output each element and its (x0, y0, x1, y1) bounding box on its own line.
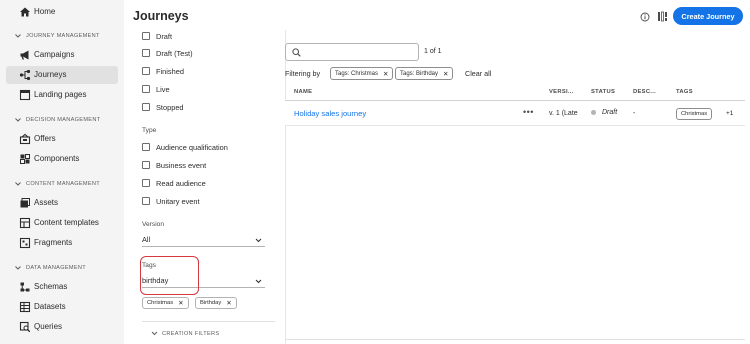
dataset-icon (19, 301, 31, 313)
schema-icon (20, 282, 30, 292)
template-icon (19, 217, 31, 229)
active-filter-chip-christmas[interactable]: Tags: Christmas ✕ (330, 67, 394, 80)
checkbox[interactable] (142, 85, 150, 93)
chevron-down-icon (255, 238, 262, 243)
nav-item-datasets[interactable]: Datasets (6, 298, 118, 316)
clear-all-button[interactable]: Clear all (465, 69, 491, 78)
chevron-down-icon (15, 34, 21, 38)
filter-type-unitary-event[interactable]: Unitary event (142, 195, 200, 207)
filter-status-live[interactable]: Live (142, 83, 170, 95)
filter-type-read-audience[interactable]: Read audience (142, 177, 206, 189)
row-tag-chip: Christmas (676, 108, 713, 120)
search-field[interactable] (285, 43, 419, 61)
search-input[interactable] (306, 46, 414, 58)
query-icon (19, 321, 31, 333)
checkbox[interactable] (142, 67, 150, 75)
more-tags-count[interactable]: +1 (726, 110, 733, 117)
column-header-version[interactable]: VERSI... (549, 89, 574, 95)
nav-section-decision-management[interactable]: DECISION MANAGEMENT (14, 116, 100, 124)
filter-status-draft[interactable]: Draft (142, 30, 172, 42)
fragments-icon (19, 237, 31, 249)
filtering-by-label: Filtering by (285, 69, 321, 78)
main-panel: Journeys Create Journey Draft Draft (Tes… (124, 0, 750, 344)
journey-description: - (633, 110, 636, 117)
column-header-status[interactable]: STATUS (591, 89, 615, 95)
nav-item-components[interactable]: Components (6, 150, 118, 168)
nav-item-queries[interactable]: Queries (6, 318, 118, 336)
checkbox[interactable] (142, 103, 150, 111)
table-row[interactable]: Holiday sales journey ••• v. 1 (Late Dra… (285, 101, 745, 126)
home-icon (20, 7, 30, 17)
create-journey-button[interactable]: Create Journey (673, 7, 743, 25)
journey-version: v. 1 (Late (549, 110, 578, 117)
filter-status-draft-test[interactable]: Draft (Test) (142, 47, 193, 59)
close-icon[interactable]: ✕ (383, 70, 388, 78)
journey-icon (19, 69, 31, 81)
chevron-down-icon (15, 266, 21, 270)
left-nav: Home JOURNEY MANAGEMENT Campaigns Journe… (0, 0, 124, 344)
column-header-tags[interactable]: TAGS (676, 89, 693, 95)
landing-page-icon (19, 89, 31, 101)
checkbox[interactable] (142, 32, 150, 40)
checkbox[interactable] (142, 49, 150, 57)
nav-item-journeys[interactable]: Journeys (6, 66, 118, 84)
chevron-down-icon (15, 182, 21, 186)
chevron-down-icon (255, 279, 262, 284)
close-icon[interactable]: ✕ (178, 299, 183, 307)
chevron-down-icon (15, 118, 21, 122)
nav-item-assets[interactable]: Assets (6, 194, 118, 212)
components-icon (20, 154, 30, 164)
chevron-down-icon (151, 331, 158, 336)
nav-section-data-management[interactable]: DATA MANAGEMENT (14, 264, 86, 272)
nav-item-offers[interactable]: Offers (6, 130, 118, 148)
column-header-name[interactable]: NAME (294, 89, 312, 95)
page-title: Journeys (133, 9, 189, 23)
info-icon[interactable] (640, 12, 650, 22)
tags-highlight-box (140, 256, 199, 295)
nav-item-campaigns[interactable]: Campaigns (6, 46, 118, 64)
filter-status-stopped[interactable]: Stopped (142, 101, 184, 113)
divider (285, 339, 745, 340)
nav-section-journey-management[interactable]: JOURNEY MANAGEMENT (14, 32, 100, 40)
offers-icon (19, 133, 31, 145)
active-filter-chip-birthday[interactable]: Tags: Birthday ✕ (395, 67, 454, 80)
nav-item-home[interactable]: Home (6, 3, 118, 21)
checkbox[interactable] (142, 143, 150, 151)
result-count: 1 of 1 (424, 48, 442, 55)
nav-item-landing-pages[interactable]: Landing pages (6, 86, 118, 104)
divider (142, 321, 275, 322)
nav-section-content-management[interactable]: CONTENT MANAGEMENT (14, 180, 100, 188)
nav-item-content-templates[interactable]: Content templates (6, 214, 118, 232)
checkbox[interactable] (142, 197, 150, 205)
filter-status-finished[interactable]: Finished (142, 65, 184, 77)
filter-type-audience-qualification[interactable]: Audience qualification (142, 141, 228, 153)
version-filter-label: Version (142, 221, 164, 228)
column-settings-icon[interactable] (657, 11, 668, 22)
column-header-description[interactable]: DESC... (633, 89, 656, 95)
creation-filters-toggle[interactable]: CREATION FILTERS (151, 330, 219, 337)
nav-item-schemas[interactable]: Schemas (6, 278, 118, 296)
close-icon[interactable]: ✕ (226, 299, 231, 307)
filter-type-business-event[interactable]: Business event (142, 159, 206, 171)
nav-item-label: Home (34, 7, 56, 16)
nav-item-fragments[interactable]: Fragments (6, 234, 118, 252)
more-actions-icon[interactable]: ••• (523, 107, 534, 117)
checkbox[interactable] (142, 179, 150, 187)
megaphone-icon (20, 50, 29, 60)
tag-chip-birthday[interactable]: Birthday ✕ (195, 297, 237, 309)
checkbox[interactable] (142, 161, 150, 169)
assets-icon (20, 198, 30, 208)
journey-name-link[interactable]: Holiday sales journey (294, 109, 366, 118)
type-filter-label: Type (142, 127, 157, 134)
status-badge: Draft (591, 109, 617, 116)
status-dot-icon (591, 110, 596, 115)
filter-panel: Draft Draft (Test) Finished Live Stopped… (134, 30, 275, 344)
version-picker[interactable]: All (142, 233, 265, 247)
search-icon (292, 48, 301, 57)
close-icon[interactable]: ✕ (443, 70, 448, 78)
tag-chip-christmas[interactable]: Christmas ✕ (142, 297, 189, 309)
